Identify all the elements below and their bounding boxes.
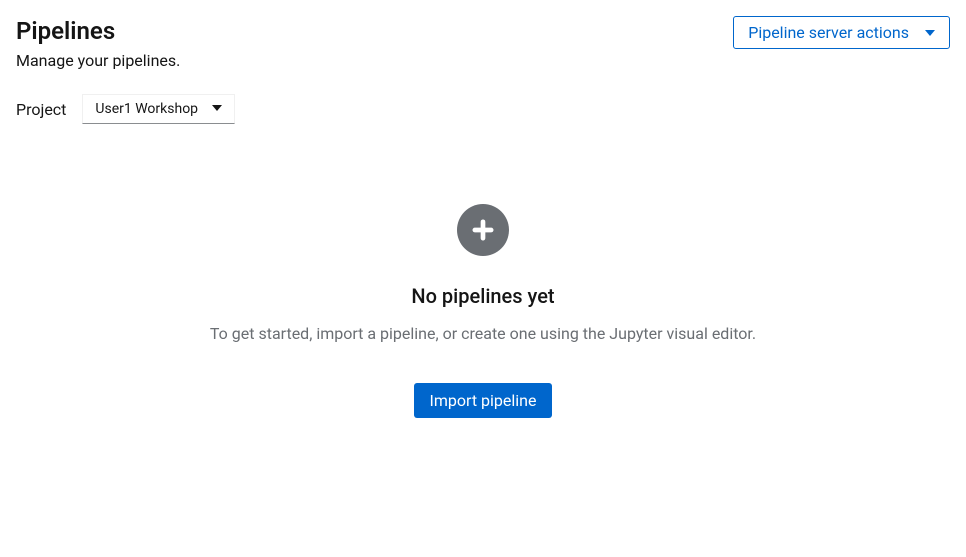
empty-state: No pipelines yet To get started, import … (0, 204, 966, 418)
empty-state-title: No pipelines yet (411, 284, 554, 308)
project-selected-value: User1 Workshop (95, 101, 198, 117)
pipeline-server-actions-label: Pipeline server actions (748, 23, 909, 42)
project-select[interactable]: User1 Workshop (82, 94, 235, 124)
plus-circle-icon (457, 204, 509, 256)
project-label: Project (16, 100, 66, 119)
page-title: Pipelines (16, 16, 180, 47)
page-subtitle: Manage your pipelines. (16, 51, 180, 70)
caret-down-icon (212, 101, 222, 117)
empty-state-description: To get started, import a pipeline, or cr… (210, 324, 756, 343)
pipeline-server-actions-button[interactable]: Pipeline server actions (733, 16, 950, 49)
import-pipeline-button[interactable]: Import pipeline (414, 383, 553, 418)
caret-down-icon (925, 23, 935, 42)
